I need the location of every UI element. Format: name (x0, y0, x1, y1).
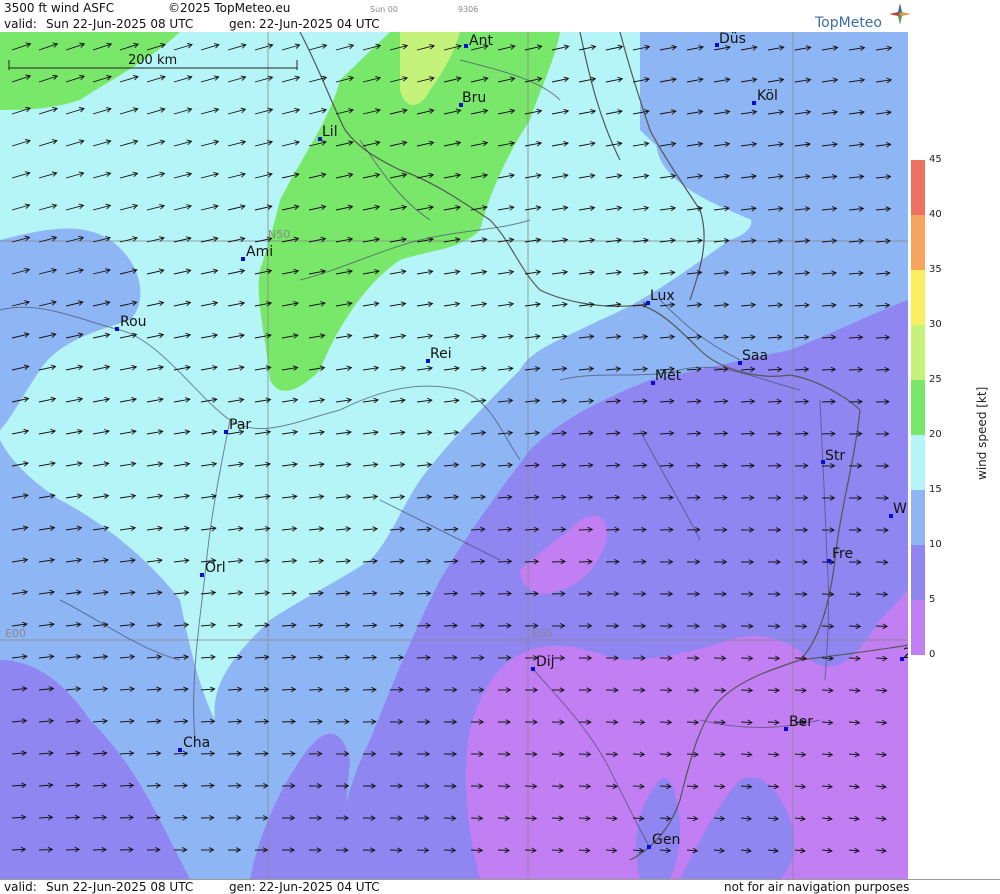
city-met[interactable]: Met (651, 368, 682, 385)
city-bru[interactable]: Bru (459, 90, 486, 107)
city-ant[interactable]: Ant (464, 33, 493, 49)
compass-star-icon (889, 3, 911, 25)
city-dus[interactable]: Düs (715, 32, 746, 47)
legend-tick: 20 (929, 429, 942, 440)
city-saa[interactable]: Saa (738, 348, 768, 365)
footer-valid-label: valid: (4, 880, 37, 894)
city-lux[interactable]: Lux (646, 288, 675, 305)
svg-text:Saa: Saa (742, 348, 768, 364)
svg-text:Str: Str (825, 448, 845, 464)
wind-map-svg: 200 km N50 E00 E05 Ant Düs Bru Köl Lil A… (0, 32, 908, 879)
city-gen[interactable]: Gen (647, 832, 680, 849)
valid-time: Sun 22-Jun-2025 08 UTC (46, 17, 194, 31)
legend-tick: 45 (929, 154, 942, 165)
legend-tick: 0 (929, 649, 936, 660)
legend-band (911, 600, 925, 655)
city-rei[interactable]: Rei (426, 346, 452, 363)
legend-band (911, 435, 925, 490)
gen-time: 22-Jun-2025 04 UTC (259, 17, 380, 31)
wind-speed-legend: 45 40 35 30 25 20 15 10 5 0 wind speed [kt] (905, 155, 1000, 660)
copyright-text: ©2025 TopMeteo.eu (168, 1, 291, 15)
footer-gen-label: gen: (229, 880, 256, 894)
legend-band (911, 545, 925, 600)
svg-text:Fre: Fre (832, 546, 853, 562)
svg-text:Ami: Ami (246, 244, 273, 260)
legend-band (911, 380, 925, 435)
footer-disclaimer: not for air navigation purposes (724, 880, 910, 894)
legend-band (911, 270, 925, 325)
lon-label-e00: E00 (5, 627, 26, 640)
legend-tick: 35 (929, 264, 942, 275)
svg-text:Orl: Orl (205, 560, 226, 576)
svg-text:Ant: Ant (469, 33, 493, 49)
legend-band (911, 160, 925, 215)
legend-tick: 30 (929, 319, 942, 330)
city-ami[interactable]: Ami (241, 244, 273, 261)
city-ber[interactable]: Ber (784, 714, 813, 731)
footer-valid-time: Sun 22-Jun-2025 08 UTC (46, 880, 194, 894)
svg-text:Gen: Gen (652, 832, 680, 848)
gen-label: gen: (229, 17, 256, 31)
svg-text:Rou: Rou (120, 314, 147, 330)
run-label: Sun 00 (370, 5, 398, 14)
svg-text:Ber: Ber (789, 714, 813, 730)
city-cha[interactable]: Cha (178, 735, 210, 752)
code-label: 9306 (458, 5, 479, 14)
svg-text:Dij: Dij (536, 654, 555, 670)
svg-text:Par: Par (229, 417, 251, 433)
city-str[interactable]: Str (821, 448, 845, 464)
map-footer: valid: Sun 22-Jun-2025 08 UTC gen: 22-Ju… (0, 879, 1000, 894)
legend-band (911, 325, 925, 380)
svg-text:Lux: Lux (650, 288, 675, 304)
lat-label-n50: N50 (268, 228, 290, 241)
svg-text:Lil: Lil (322, 124, 338, 140)
scale-label: 200 km (128, 53, 177, 68)
svg-text:Köl: Köl (757, 88, 778, 104)
svg-text:Bru: Bru (462, 90, 486, 106)
legend-color-bar (911, 160, 925, 655)
legend-band (911, 215, 925, 270)
city-par[interactable]: Par (224, 417, 251, 434)
svg-text:Cha: Cha (183, 735, 210, 751)
footer-gen-time: 22-Jun-2025 04 UTC (259, 880, 380, 894)
city-rou[interactable]: Rou (115, 314, 147, 331)
product-title: 3500 ft wind ASFC (4, 1, 115, 15)
lon-label-e05: E05 (532, 627, 553, 640)
svg-text:Rei: Rei (430, 346, 452, 362)
legend-tick: 15 (929, 484, 942, 495)
map-header: 3500 ft wind ASFC ©2025 TopMeteo.eu Sun … (0, 0, 1000, 32)
legend-tick: 5 (929, 594, 936, 605)
valid-label: valid: (4, 17, 37, 31)
topmeteo-logo[interactable]: TopMeteo (815, 15, 882, 31)
svg-text:Düs: Düs (719, 32, 746, 47)
legend-band (911, 490, 925, 545)
legend-title: wind speed [kt] (975, 386, 989, 480)
svg-text:Met: Met (655, 368, 682, 384)
legend-tick: 10 (929, 539, 942, 550)
wind-map[interactable]: 200 km N50 E00 E05 Ant Düs Bru Köl Lil A… (0, 32, 908, 879)
legend-tick: 40 (929, 209, 942, 220)
legend-tick: 25 (929, 374, 942, 385)
